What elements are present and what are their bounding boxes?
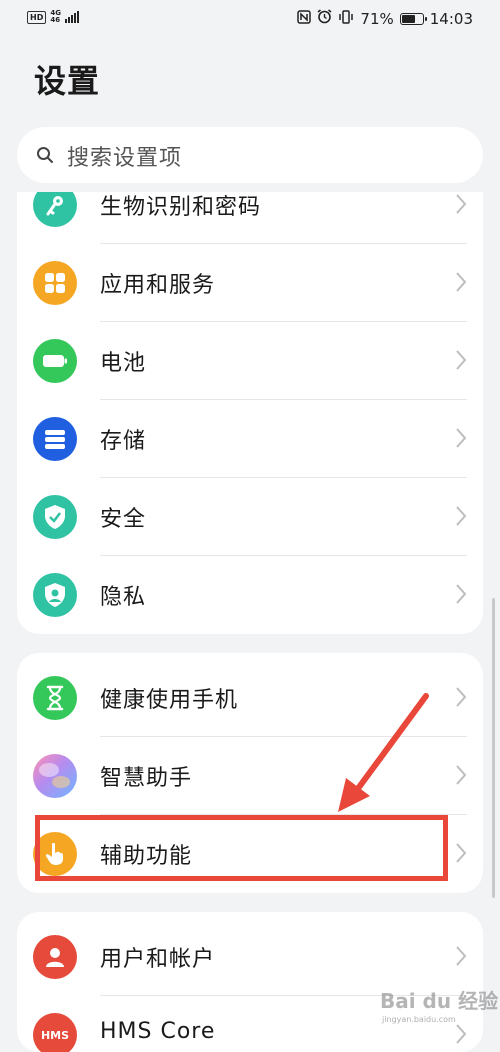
- settings-item-label: 应用和服务: [100, 273, 216, 298]
- network-type: 4G 46: [50, 9, 61, 24]
- shield-check-icon: [33, 495, 77, 539]
- settings-item-label: 电池: [100, 351, 147, 376]
- settings-item-label: 用户和帐户: [100, 947, 216, 972]
- chevron-right-icon: [456, 946, 467, 966]
- alarm-icon: [317, 9, 332, 29]
- page-title: 设置: [34, 62, 101, 100]
- settings-item-label: 隐私: [100, 585, 147, 610]
- settings-item-biometrics[interactable]: 生物识别和密码: [17, 192, 483, 244]
- hms-badge: HMS: [40, 1028, 70, 1042]
- chevron-right-icon: [456, 843, 467, 863]
- settings-item-label: HMS Core: [100, 1019, 216, 1044]
- key-icon: [33, 192, 77, 227]
- settings-item-label: 生物识别和密码: [100, 195, 262, 220]
- chevron-right-icon: [456, 687, 467, 707]
- search-placeholder: 搜索设置项: [67, 146, 183, 171]
- privacy-shield-icon: [33, 573, 77, 617]
- annotation-arrow-icon: [338, 693, 429, 812]
- chevron-right-icon: [456, 506, 467, 526]
- settings-item-privacy[interactable]: 隐私: [17, 556, 483, 634]
- signal-icon: [64, 11, 79, 23]
- clock: 14:03: [429, 10, 473, 28]
- settings-item-label: 安全: [100, 507, 147, 532]
- annotation-highlight-box: [35, 815, 448, 881]
- status-bar: HD 4G 46 71% 14:03: [0, 0, 500, 38]
- hourglass-icon: [33, 676, 77, 720]
- search-icon: [37, 147, 53, 163]
- scrollbar[interactable]: [492, 598, 495, 898]
- settings-item-apps[interactable]: 应用和服务: [17, 244, 483, 322]
- user-icon: [33, 935, 77, 979]
- settings-group-accounts: 用户和帐户 HMS HMS Core: [17, 912, 483, 1052]
- storage-icon: [33, 417, 77, 461]
- chevron-right-icon: [456, 350, 467, 370]
- chevron-right-icon: [456, 272, 467, 292]
- chevron-right-icon: [456, 584, 467, 604]
- watermark-url: jingyan.baidu.com: [382, 1015, 456, 1024]
- nfc-icon: [297, 9, 312, 29]
- settings-group-security: 生物识别和密码 应用和服务 电池 存储 安全 隐私: [17, 192, 483, 634]
- settings-item-label: 健康使用手机: [100, 688, 239, 713]
- settings-item-battery[interactable]: 电池: [17, 322, 483, 400]
- apps-grid-icon: [33, 261, 77, 305]
- assistant-orb-icon: [33, 754, 77, 798]
- battery-percent: 71%: [360, 10, 394, 28]
- status-right: 71% 14:03: [297, 9, 473, 29]
- chevron-right-icon: [456, 1024, 467, 1044]
- hms-icon: HMS: [33, 1013, 77, 1052]
- battery-icon: [399, 13, 427, 25]
- vibrate-icon: [338, 9, 354, 29]
- status-left: HD 4G 46: [27, 10, 79, 24]
- chevron-right-icon: [456, 765, 467, 785]
- settings-item-label: 存储: [100, 429, 147, 454]
- settings-item-label: 智慧助手: [100, 766, 193, 791]
- hd-badge: HD: [27, 10, 47, 24]
- search-bar[interactable]: 搜索设置项: [17, 127, 483, 183]
- battery-icon: [33, 339, 77, 383]
- settings-item-security[interactable]: 安全: [17, 478, 483, 556]
- chevron-right-icon: [456, 428, 467, 448]
- watermark-logo: Bai du 经验: [380, 989, 499, 1013]
- chevron-right-icon: [456, 194, 467, 214]
- settings-item-storage[interactable]: 存储: [17, 400, 483, 478]
